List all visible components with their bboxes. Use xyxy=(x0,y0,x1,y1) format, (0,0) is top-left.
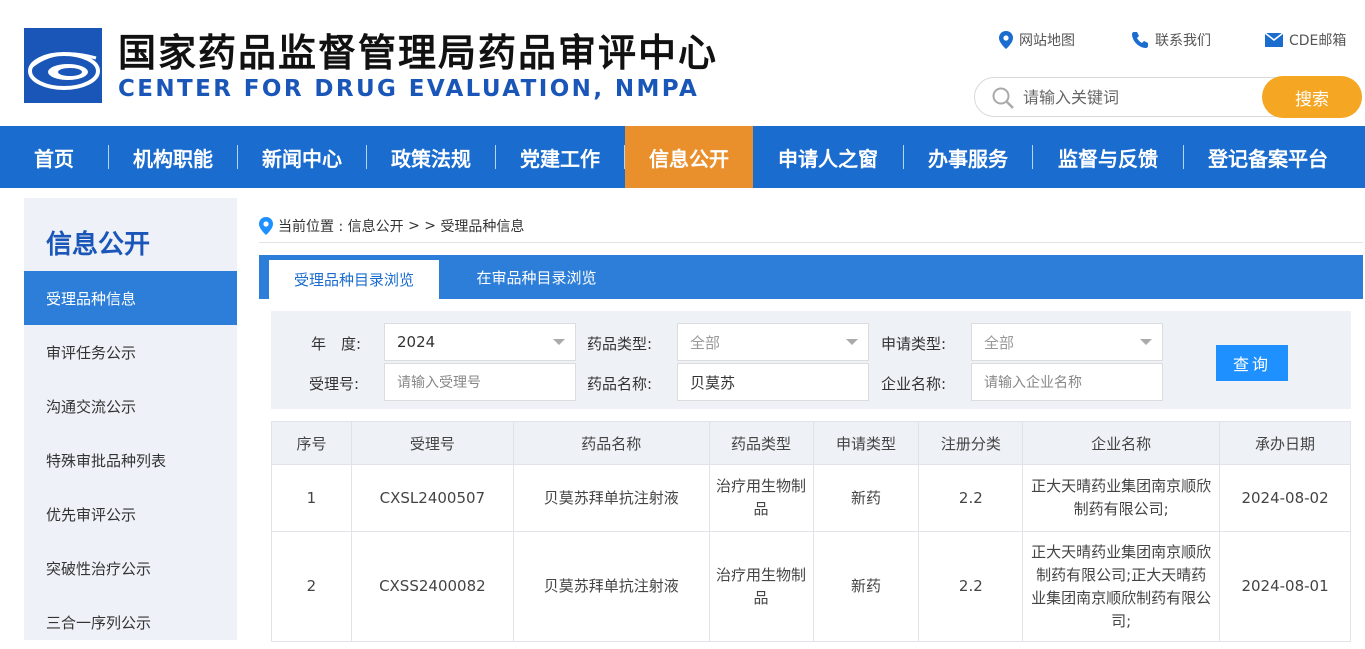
year-value: 2024 xyxy=(397,333,436,351)
sidebar-item-communication[interactable]: 沟通交流公示 xyxy=(24,379,237,433)
sidebar-item-review-tasks[interactable]: 审评任务公示 xyxy=(24,325,237,379)
table-row[interactable]: 1 CXSL2400507 贝莫苏拜单抗注射液 治疗用生物制品 新药 2.2 正… xyxy=(271,464,1351,532)
contact-label: 联系我们 xyxy=(1155,33,1211,49)
cell-accept-no: CXSL2400507 xyxy=(350,464,514,532)
col-header-drug-name: 药品名称 xyxy=(512,421,710,465)
search-button[interactable]: 搜索 xyxy=(1262,76,1362,118)
chevron-down-icon xyxy=(553,339,565,345)
accept-no-input[interactable]: 请输入受理号 xyxy=(384,363,576,401)
nav-home[interactable]: 首页 xyxy=(0,126,108,188)
nav-party[interactable]: 党建工作 xyxy=(496,126,624,188)
year-select[interactable]: 2024 xyxy=(384,323,576,361)
cell-date: 2024-08-01 xyxy=(1219,531,1351,642)
site-title-en: CENTER FOR DRUG EVALUATION, NMPA xyxy=(118,76,700,102)
query-button[interactable]: 查询 xyxy=(1216,345,1288,381)
cell-company: 正大天晴药业集团南京顺欣制药有限公司;正大天晴药业集团南京顺欣制药有限公司; xyxy=(1022,531,1221,642)
cell-drug-name: 贝莫苏拜单抗注射液 xyxy=(512,531,710,642)
cell-apply-type: 新药 xyxy=(812,464,920,532)
cell-company: 正大天晴药业集团南京顺欣制药有限公司; xyxy=(1022,464,1221,532)
sidebar-item-priority-review[interactable]: 优先审评公示 xyxy=(24,487,237,541)
col-header-index: 序号 xyxy=(271,421,352,465)
site-title-cn: 国家药品监督管理局药品审评中心 xyxy=(118,31,719,75)
breadcrumb-separator: > > xyxy=(403,218,441,234)
breadcrumb-divider xyxy=(259,242,1363,243)
filter-panel: 年 度: 2024 药品类型: 全部 申请类型: 全部 受理号: 请输入受理号 … xyxy=(271,311,1351,409)
cell-drug-name: 贝莫苏拜单抗注射液 xyxy=(512,464,710,532)
nav-policy[interactable]: 政策法规 xyxy=(367,126,495,188)
breadcrumb-prefix[interactable]: 当前位置 : 信息公开 xyxy=(278,216,404,236)
cell-accept-no: CXSS2400082 xyxy=(350,531,514,642)
logo-emblem-icon xyxy=(28,52,100,90)
cde-logo[interactable] xyxy=(24,28,102,103)
nav-news[interactable]: 新闻中心 xyxy=(238,126,366,188)
cde-mail-label: CDE邮箱 xyxy=(1289,33,1347,49)
col-header-date: 承办日期 xyxy=(1219,421,1351,465)
drug-type-label: 药品类型: xyxy=(587,335,653,353)
apply-type-select[interactable]: 全部 xyxy=(971,323,1163,361)
sitemap-label: 网站地图 xyxy=(1019,33,1075,49)
breadcrumb-current: 受理品种信息 xyxy=(440,219,525,235)
nav-supervision[interactable]: 监督与反馈 xyxy=(1033,126,1183,188)
year-label: 年 度: xyxy=(311,335,362,353)
breadcrumb: 当前位置 : 信息公开 > > 受理品种信息 xyxy=(259,214,524,238)
nav-functions[interactable]: 机构职能 xyxy=(109,126,237,188)
chevron-down-icon xyxy=(1140,339,1152,345)
tab-in-review-catalog[interactable]: 在审品种目录浏览 xyxy=(459,255,614,299)
sidebar-item-breakthrough[interactable]: 突破性治疗公示 xyxy=(24,541,237,595)
col-header-reg-class: 注册分类 xyxy=(918,421,1024,465)
sidebar-item-special-approval[interactable]: 特殊审批品种列表 xyxy=(24,433,237,487)
cell-reg-class: 2.2 xyxy=(918,464,1024,532)
col-header-accept-no: 受理号 xyxy=(350,421,514,465)
sidebar-title: 信息公开 xyxy=(46,230,151,260)
table-row[interactable]: 2 CXSS2400082 贝莫苏拜单抗注射液 治疗用生物制品 新药 2.2 正… xyxy=(271,531,1351,642)
cell-date: 2024-08-02 xyxy=(1219,464,1351,532)
drug-type-value: 全部 xyxy=(690,333,721,352)
sidebar: 信息公开 受理品种信息 审评任务公示 沟通交流公示 特殊审批品种列表 优先审评公… xyxy=(24,198,237,640)
sidebar-item-three-in-one[interactable]: 三合一序列公示 xyxy=(24,595,237,649)
main-nav: 首页 机构职能 新闻中心 政策法规 党建工作 信息公开 申请人之窗 办事服务 监… xyxy=(0,126,1365,188)
col-header-company: 企业名称 xyxy=(1022,421,1221,465)
tab-accepted-catalog[interactable]: 受理品种目录浏览 xyxy=(269,260,439,299)
nav-info-public[interactable]: 信息公开 xyxy=(625,126,753,188)
search-input[interactable] xyxy=(1023,86,1253,108)
apply-type-value: 全部 xyxy=(984,333,1015,352)
tab-bar: 受理品种目录浏览 在审品种目录浏览 xyxy=(259,255,1363,299)
drug-type-select[interactable]: 全部 xyxy=(677,323,869,361)
company-label: 企业名称: xyxy=(881,375,947,393)
company-input[interactable]: 请输入企业名称 xyxy=(971,363,1163,401)
cell-drug-type: 治疗用生物制品 xyxy=(708,464,814,532)
sitemap-link[interactable]: 网站地图 xyxy=(999,30,1075,50)
cell-index: 2 xyxy=(271,531,352,642)
accept-no-label: 受理号: xyxy=(309,375,360,393)
results-table: 序号 受理号 药品名称 药品类型 申请类型 注册分类 企业名称 承办日期 1 C… xyxy=(271,421,1351,642)
cell-apply-type: 新药 xyxy=(812,531,920,642)
nav-registration[interactable]: 登记备案平台 xyxy=(1184,126,1352,188)
search-icon xyxy=(992,87,1014,109)
cde-mail-link[interactable]: CDE邮箱 xyxy=(1265,30,1346,50)
drug-name-label: 药品名称: xyxy=(587,375,653,393)
site-header: 国家药品监督管理局药品审评中心 CENTER FOR DRUG EVALUATI… xyxy=(0,0,1365,126)
nav-services[interactable]: 办事服务 xyxy=(904,126,1032,188)
apply-type-label: 申请类型: xyxy=(881,335,947,353)
chevron-down-icon xyxy=(846,339,858,345)
cell-index: 1 xyxy=(271,464,352,532)
drug-name-input[interactable]: 贝莫苏 xyxy=(677,363,869,401)
table-header-row: 序号 受理号 药品名称 药品类型 申请类型 注册分类 企业名称 承办日期 xyxy=(271,421,1351,465)
cell-drug-type: 治疗用生物制品 xyxy=(708,531,814,642)
location-pin-icon xyxy=(259,217,273,235)
location-pin-icon xyxy=(999,31,1013,49)
col-header-apply-type: 申请类型 xyxy=(812,421,920,465)
phone-icon xyxy=(1132,32,1148,48)
nav-applicant[interactable]: 申请人之窗 xyxy=(753,126,903,188)
col-header-drug-type: 药品类型 xyxy=(708,421,814,465)
cell-reg-class: 2.2 xyxy=(918,531,1024,642)
sidebar-item-accepted-varieties[interactable]: 受理品种信息 xyxy=(24,271,237,325)
mail-icon xyxy=(1265,33,1283,47)
contact-link[interactable]: 联系我们 xyxy=(1131,30,1211,50)
